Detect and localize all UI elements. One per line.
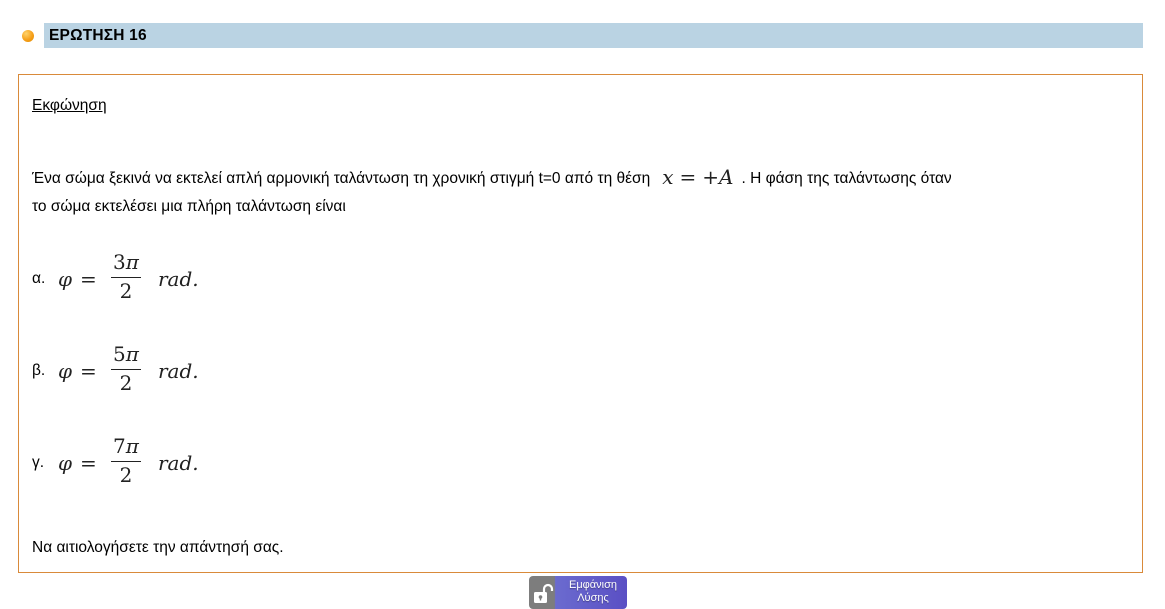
show-solution-button[interactable]: Εμφάνιση Λύσης (529, 576, 627, 609)
position-variable: x (662, 165, 674, 189)
position-value: +A (702, 165, 734, 189)
equals-sign: = (80, 451, 97, 475)
fraction-numerator: 5π (113, 342, 139, 366)
phi-symbol: φ (58, 359, 73, 383)
statement-label: Εκφώνηση (32, 97, 107, 114)
statement-line-1: Ένα σώμα ξεκινά να εκτελεί απλή αρμονική… (32, 164, 952, 189)
option-b: β. φ = 5π 2 rad. (32, 342, 332, 402)
fraction: 3π 2 (108, 250, 144, 303)
bullet-icon (22, 30, 34, 42)
fraction-denominator: 2 (119, 279, 133, 304)
phi-symbol: φ (58, 451, 73, 475)
fraction-denominator: 2 (119, 371, 133, 396)
fraction-bar (111, 277, 141, 279)
fraction: 5π 2 (108, 342, 144, 395)
fraction-numerator: 7π (113, 434, 139, 458)
option-letter: β. (32, 362, 46, 379)
fraction-bar (111, 369, 141, 371)
phi-symbol: φ (58, 267, 73, 291)
statement-line-2: το σώμα εκτελέσει μια πλήρη ταλάντωση εί… (32, 198, 346, 215)
question-header-bar (44, 23, 1143, 48)
option-letter: α. (32, 270, 46, 287)
fraction-denominator: 2 (119, 463, 133, 488)
option-letter: γ. (32, 454, 45, 471)
question-header: ΕΡΩΤΗΣΗ 16 (22, 23, 1143, 48)
fraction-numerator: 3π (113, 250, 139, 274)
question-title: ΕΡΩΤΗΣΗ 16 (49, 27, 147, 44)
unit-label: rad. (158, 451, 199, 475)
fraction-bar (111, 461, 141, 463)
unlock-icon (534, 583, 554, 603)
show-solution-label: Εμφάνιση Λύσης (561, 579, 625, 605)
option-a: α. φ = 3π 2 rad. (32, 250, 332, 310)
position-formula: x = +A (662, 165, 733, 189)
show-solution-line-1: Εμφάνιση (568, 579, 618, 591)
question-body: Εκφώνηση Ένα σώμα ξεκινά να εκτελεί απλή… (18, 74, 1143, 573)
unit-label: rad. (158, 359, 199, 383)
statement-text: Ένα σώμα ξεκινά να εκτελεί απλή αρμονική… (32, 170, 651, 187)
show-solution-line-2: Λύσης (577, 592, 609, 604)
statement-tail: . Η φάση της ταλάντωσης όταν (741, 170, 952, 187)
equals-sign: = (80, 267, 97, 291)
fraction: 7π 2 (108, 434, 144, 487)
position-equals: = (679, 165, 697, 189)
question-page: ΕΡΩΤΗΣΗ 16 Εκφώνηση Ένα σώμα ξεκινά να ε… (0, 0, 1165, 609)
equals-sign: = (80, 359, 97, 383)
unit-label: rad. (158, 267, 199, 291)
option-c: γ. φ = 7π 2 rad. (32, 434, 332, 494)
closing-instruction: Να αιτιολογήσετε την απάντησή σας. (32, 539, 284, 556)
